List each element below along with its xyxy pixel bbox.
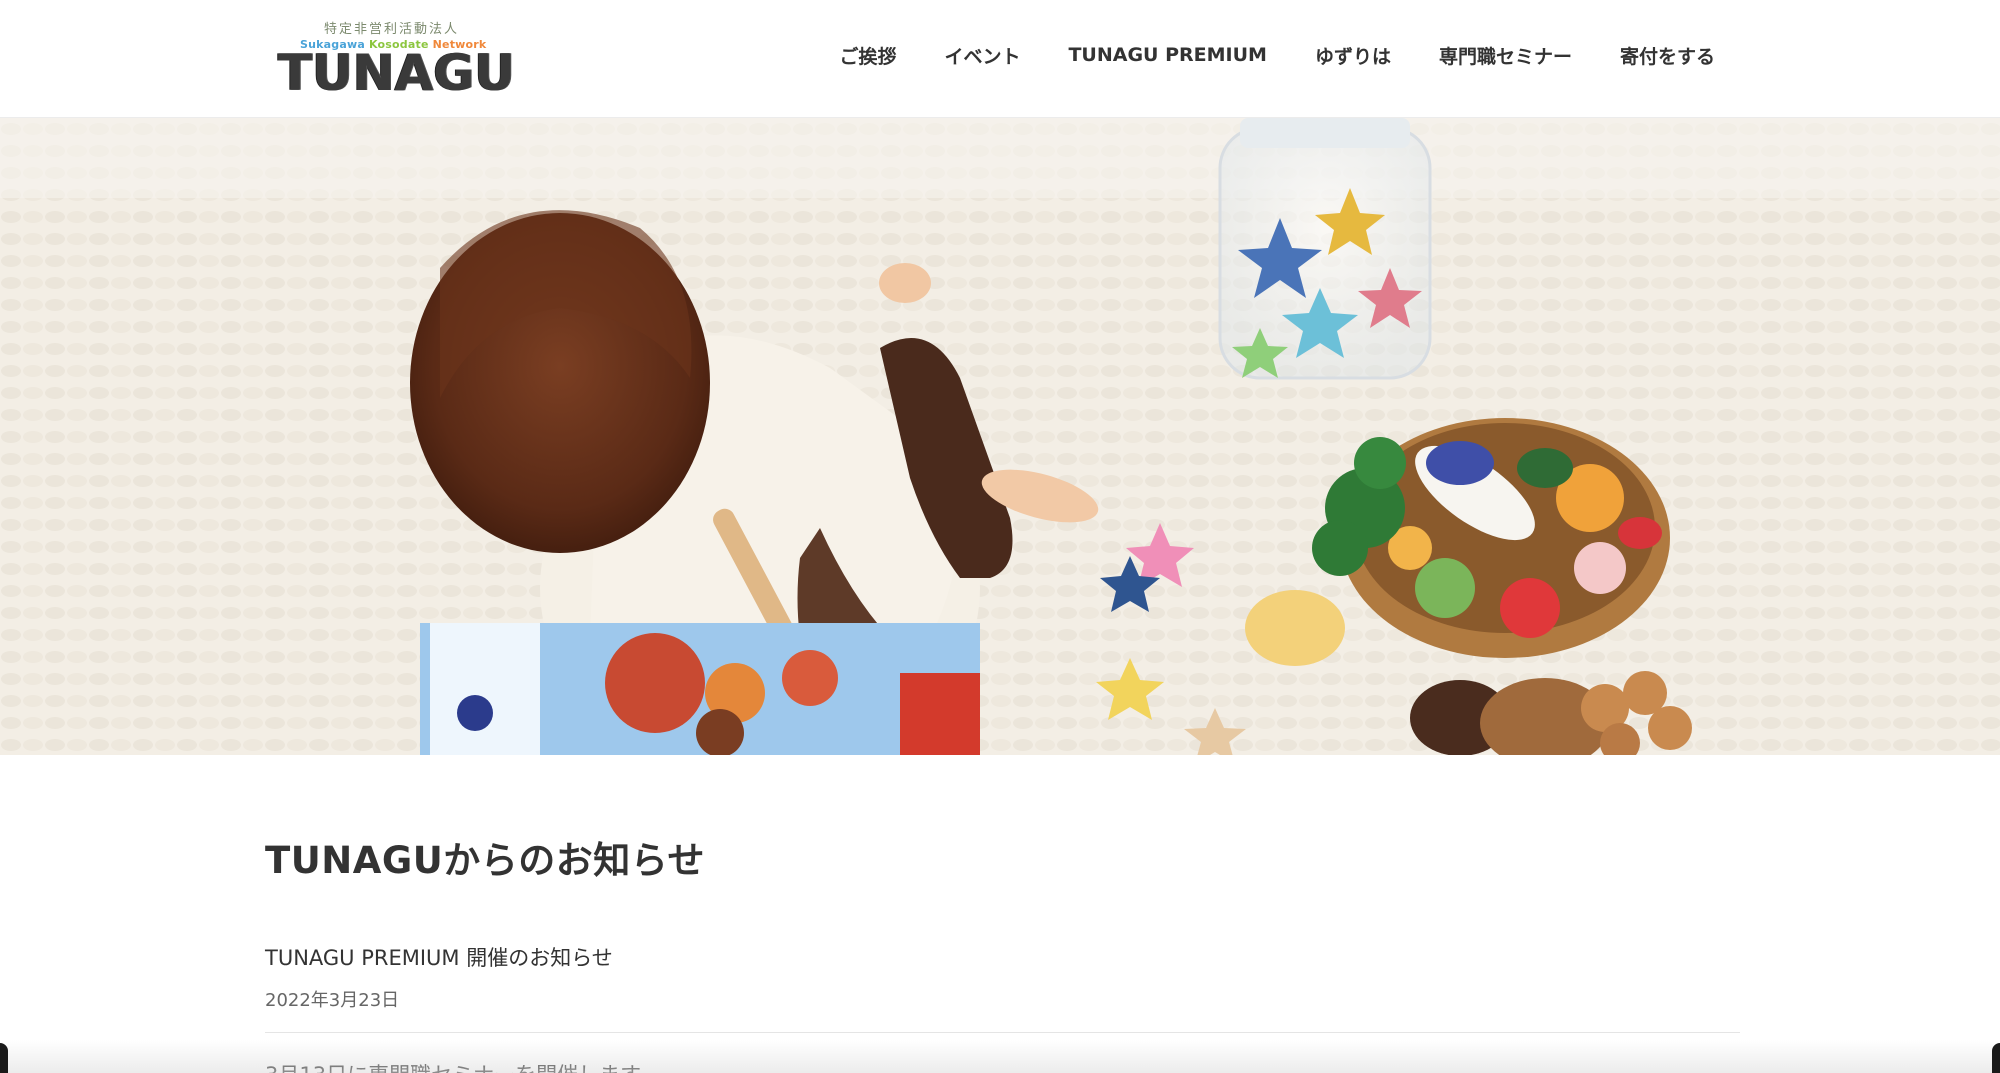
news-section-title: TUNAGUからのお知らせ xyxy=(265,839,706,882)
news-section: TUNAGUからのお知らせ TUNAGU PREMIUM 開催のお知らせ 202… xyxy=(265,830,1740,1073)
hero-banner xyxy=(0,118,2000,755)
melon-bread xyxy=(1245,590,1345,666)
hero-photo xyxy=(0,118,2000,755)
main-nav: ご挨拶 イベント TUNAGU PREMIUM ゆずりは 専門職セミナー 寄付を… xyxy=(839,0,1715,110)
news-item-title: TUNAGU PREMIUM 開催のお知らせ xyxy=(265,946,613,970)
news-item[interactable]: TUNAGU PREMIUM 開催のお知らせ 2022年3月23日 xyxy=(265,942,1740,1033)
nav-link-tunagu-premium[interactable]: TUNAGU PREMIUM xyxy=(1068,44,1266,66)
nav-link-donate[interactable]: 寄付をする xyxy=(1620,42,1715,69)
logo-name: TUNAGU xyxy=(278,44,515,102)
news-item[interactable]: 3月13日に専門職セミナーを開催します xyxy=(265,1033,1740,1073)
nav-link-greeting[interactable]: ご挨拶 xyxy=(839,42,896,69)
nav-link-professional-seminar[interactable]: 専門職セミナー xyxy=(1439,42,1572,69)
news-item-title: 3月13日に専門職セミナーを開催します xyxy=(265,1059,1740,1073)
star-jar xyxy=(1218,118,1432,380)
news-item-date: 2022年3月23日 xyxy=(265,990,400,1011)
window-corner-left xyxy=(0,1043,8,1073)
logo-subtitle: 特定非営利活動法人 xyxy=(324,22,460,37)
site-header: 特定非営利活動法人 Sukagawa Kosodate Network TUNA… xyxy=(0,0,2000,118)
site-logo[interactable]: 特定非営利活動法人 Sukagawa Kosodate Network TUNA… xyxy=(278,18,515,98)
nav-link-events[interactable]: イベント xyxy=(944,42,1020,69)
picture-book xyxy=(420,623,980,755)
window-corner-right xyxy=(1992,1043,2000,1073)
nav-link-yuzuriha[interactable]: ゆずりは xyxy=(1315,42,1391,69)
